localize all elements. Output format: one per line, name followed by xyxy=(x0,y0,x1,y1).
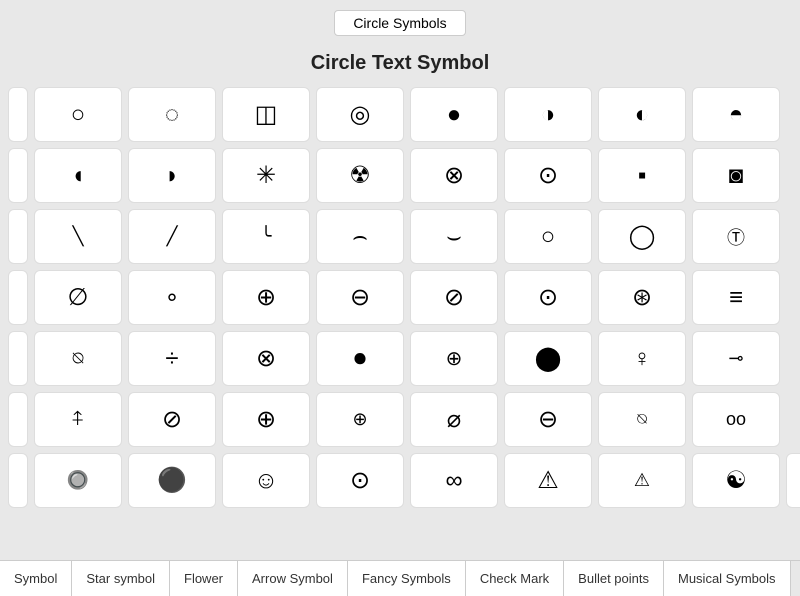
symbol-cell[interactable]: ╲ xyxy=(34,209,122,264)
symbol-cell[interactable]: ∞ xyxy=(410,453,498,508)
symbol-cell[interactable]: ☢ xyxy=(316,148,404,203)
symbol-cell[interactable]: ◑ xyxy=(504,87,592,142)
circle-symbols-tab[interactable]: Circle Symbols xyxy=(334,10,465,36)
symbol-cell[interactable]: 🔘 xyxy=(34,453,122,508)
symbol-cell[interactable]: ◖ xyxy=(34,148,122,203)
tab-bullet-points[interactable]: Bullet points xyxy=(564,561,664,596)
tab-flower[interactable]: Flower xyxy=(170,561,238,596)
symbol-cell[interactable]: ∅ xyxy=(34,270,122,325)
symbol-cell[interactable]: ✳ xyxy=(222,148,310,203)
symbol-cell[interactable]: ⊛ xyxy=(598,270,686,325)
symbol-row-3: ╲ ╱ ╰ ⌢ ⌣ ○ ◯ Ⓣ xyxy=(4,209,796,264)
tab-symbol[interactable]: Symbol xyxy=(0,561,72,596)
symbol-cell[interactable]: ╱ xyxy=(128,209,216,264)
symbol-cell-partial[interactable] xyxy=(8,270,28,325)
symbol-row-1: ○ ◌ ◫ ◎ ● ◑ ◐ ◓ xyxy=(4,87,796,142)
tab-star-symbol[interactable]: Star symbol xyxy=(72,561,170,596)
symbol-cell[interactable]: ⌢ xyxy=(316,209,404,264)
symbol-cell[interactable]: ⏺ xyxy=(316,331,404,386)
symbol-cell-partial[interactable] xyxy=(8,148,28,203)
symbol-cell[interactable]: ╰ xyxy=(222,209,310,264)
symbol-cell[interactable]: ⊙ xyxy=(504,270,592,325)
symbol-cell[interactable]: ⊖ xyxy=(316,270,404,325)
symbol-cell-partial[interactable] xyxy=(8,87,28,142)
symbol-cell[interactable]: ⊘ xyxy=(128,392,216,447)
tab-musical-symbols[interactable]: Musical Symbols xyxy=(664,561,791,596)
bottom-tab-bar: Symbol Star symbol Flower Arrow Symbol F… xyxy=(0,560,800,596)
symbol-cell[interactable]: ○ xyxy=(34,87,122,142)
symbol-cell[interactable]: ⊕ xyxy=(410,331,498,386)
symbol-row-7: 🔘 ⚫ ☺ ⊙ ∞ ⚠ ⚠ ☯ ☮ xyxy=(4,453,796,508)
symbol-cell[interactable]: ⊕ xyxy=(316,392,404,447)
symbol-cell[interactable]: ▪ xyxy=(598,148,686,203)
symbol-cell[interactable]: ≡ xyxy=(692,270,780,325)
symbol-cell[interactable]: ⚠ xyxy=(598,453,686,508)
symbol-cell[interactable]: ◯ xyxy=(598,209,686,264)
tab-check-mark[interactable]: Check Mark xyxy=(466,561,564,596)
symbol-cell[interactable]: ⌣ xyxy=(410,209,498,264)
symbol-cell[interactable]: ⚫ xyxy=(128,453,216,508)
page-title: Circle Text Symbol xyxy=(0,52,800,75)
symbol-cell-partial[interactable] xyxy=(8,209,28,264)
symbol-cell[interactable]: ◎ xyxy=(316,87,404,142)
symbol-cell[interactable]: ⊖ xyxy=(504,392,592,447)
symbol-cell[interactable]: ☯ xyxy=(692,453,780,508)
symbol-cell[interactable]: ◫ xyxy=(222,87,310,142)
symbol-cell[interactable]: ⊙ xyxy=(316,453,404,508)
symbol-cell[interactable]: ⊘ xyxy=(410,270,498,325)
symbol-cell[interactable]: ⊙ xyxy=(504,148,592,203)
symbol-cell[interactable]: ⚠ xyxy=(504,453,592,508)
symbol-cell[interactable]: ⍉ xyxy=(34,331,122,386)
tab-fancy-symbols[interactable]: Fancy Symbols xyxy=(348,561,466,596)
symbol-cell[interactable]: ♀ xyxy=(598,331,686,386)
symbols-grid: ○ ◌ ◫ ◎ ● ◑ ◐ ◓ ◖ ◗ ✳ ☢ ⊗ ⊙ ▪ ◙ ╲ ╱ ╰ ⌢ xyxy=(0,87,800,508)
symbol-cell[interactable]: ⊗ xyxy=(222,331,310,386)
symbol-cell[interactable]: Ⓣ xyxy=(692,209,780,264)
top-tab-bar: Circle Symbols xyxy=(0,0,800,44)
symbol-cell[interactable]: ◗ xyxy=(128,148,216,203)
symbol-cell[interactable]: ○ xyxy=(504,209,592,264)
symbol-cell[interactable]: oo xyxy=(692,392,780,447)
symbol-cell[interactable]: ⊕ xyxy=(222,392,310,447)
symbol-cell-partial[interactable] xyxy=(8,331,28,386)
symbol-cell[interactable]: ⊗ xyxy=(410,148,498,203)
symbol-row-6: ⍏ ⊘ ⊕ ⊕ ⌀ ⊖ ⍉ oo xyxy=(4,392,796,447)
tab-arrow-symbol[interactable]: Arrow Symbol xyxy=(238,561,348,596)
symbol-row-5: ⍉ ÷ ⊗ ⏺ ⊕ ⬤ ♀ ⊸ xyxy=(4,331,796,386)
symbol-cell[interactable]: ◓ xyxy=(692,87,780,142)
symbol-cell[interactable]: ◌ xyxy=(128,87,216,142)
symbol-cell[interactable]: ⍉ xyxy=(598,392,686,447)
symbol-cell-partial[interactable] xyxy=(8,453,28,508)
symbol-cell[interactable]: ⊕ xyxy=(222,270,310,325)
symbol-cell-partial[interactable] xyxy=(8,392,28,447)
symbol-cell[interactable]: ☺ xyxy=(222,453,310,508)
symbol-row-4: ∅ ∘ ⊕ ⊖ ⊘ ⊙ ⊛ ≡ xyxy=(4,270,796,325)
symbol-cell[interactable]: ⊸ xyxy=(692,331,780,386)
symbol-cell[interactable]: ∘ xyxy=(128,270,216,325)
symbol-cell[interactable]: ⌀ xyxy=(410,392,498,447)
symbol-cell[interactable]: ⍏ xyxy=(34,392,122,447)
symbol-cell[interactable]: ÷ xyxy=(128,331,216,386)
symbol-cell[interactable]: ⬤ xyxy=(504,331,592,386)
symbol-cell[interactable]: ● xyxy=(410,87,498,142)
symbol-cell[interactable]: ◙ xyxy=(692,148,780,203)
symbol-cell[interactable]: ◐ xyxy=(598,87,686,142)
symbol-cell[interactable]: ☮ xyxy=(786,453,800,508)
symbol-row-2: ◖ ◗ ✳ ☢ ⊗ ⊙ ▪ ◙ xyxy=(4,148,796,203)
